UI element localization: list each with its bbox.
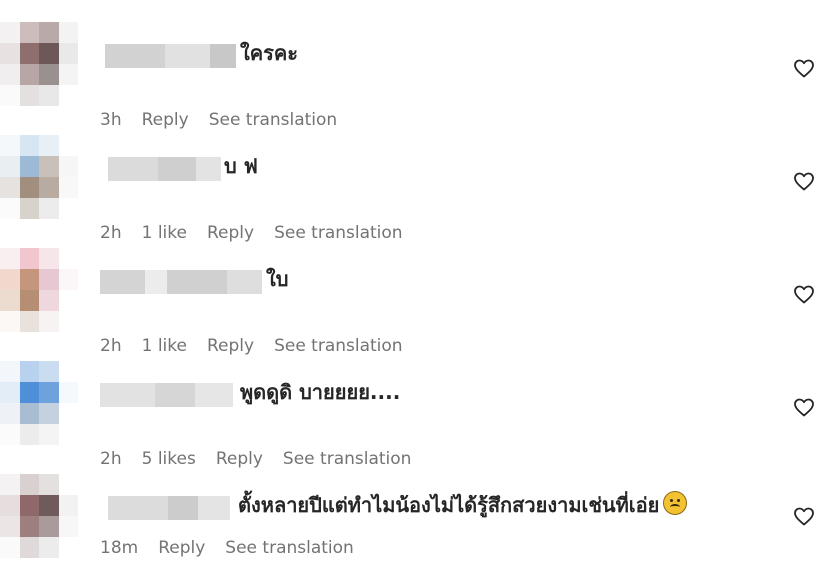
comment-item: ใครคะ 3h Reply See translation	[0, 22, 820, 135]
heart-icon[interactable]	[792, 504, 816, 528]
avatar[interactable]	[0, 361, 78, 445]
username-blurred[interactable]	[108, 157, 221, 181]
comment-time: 3h	[100, 110, 122, 130]
comment-meta: 3h Reply See translation	[100, 106, 357, 134]
frowning-face-icon	[663, 491, 688, 515]
heart-icon[interactable]	[792, 169, 816, 193]
comment-time: 2h	[100, 223, 122, 243]
comment-text: ใครคะ	[240, 41, 299, 65]
like-count[interactable]: 1 like	[142, 336, 187, 356]
reply-button[interactable]: Reply	[158, 538, 205, 558]
avatar[interactable]	[0, 474, 78, 558]
heart-icon[interactable]	[792, 56, 816, 80]
reply-button[interactable]: Reply	[216, 449, 263, 469]
username-blurred[interactable]	[100, 270, 262, 294]
see-translation-button[interactable]: See translation	[225, 538, 354, 558]
reply-button[interactable]: Reply	[207, 223, 254, 243]
avatar[interactable]	[0, 22, 78, 106]
see-translation-button[interactable]: See translation	[283, 449, 412, 469]
comment-meta: 2h 1 like Reply See translation	[100, 332, 423, 360]
heart-icon[interactable]	[792, 282, 816, 306]
comment-text: ใบ	[266, 267, 289, 291]
comment-time: 2h	[100, 449, 122, 469]
comment-meta: 2h 1 like Reply See translation	[100, 219, 423, 247]
comment-item: ตั้งหลายปีแต่ทำไมน้องไม่ได้รู้สึกสวยงามเ…	[0, 474, 820, 567]
comment-meta: 2h 5 likes Reply See translation	[100, 445, 431, 473]
see-translation-button[interactable]: See translation	[274, 223, 403, 243]
username-blurred[interactable]	[105, 44, 236, 68]
comment-meta: 18m Reply See translation	[100, 534, 374, 562]
username-blurred[interactable]	[108, 496, 230, 520]
like-count[interactable]: 5 likes	[142, 449, 196, 469]
see-translation-button[interactable]: See translation	[274, 336, 403, 356]
comment-text: ตั้งหลายปีแต่ทำไมน้องไม่ได้รู้สึกสวยงามเ…	[238, 489, 688, 521]
heart-icon[interactable]	[792, 395, 816, 419]
like-count[interactable]: 1 like	[142, 223, 187, 243]
comment-text: บ ฟ	[224, 154, 258, 178]
comment-item: ใบ 2h 1 like Reply See translation	[0, 248, 820, 361]
reply-button[interactable]: Reply	[207, 336, 254, 356]
reply-button[interactable]: Reply	[142, 110, 189, 130]
comment-item: พูดดูดิ บายยยย.... 2h 5 likes Reply See …	[0, 361, 820, 474]
comment-time: 2h	[100, 336, 122, 356]
comment-item: บ ฟ 2h 1 like Reply See translation	[0, 135, 820, 248]
avatar[interactable]	[0, 135, 78, 219]
avatar[interactable]	[0, 248, 78, 332]
see-translation-button[interactable]: See translation	[209, 110, 338, 130]
comment-text: พูดดูดิ บายยยย....	[240, 380, 401, 404]
username-blurred[interactable]	[100, 383, 233, 407]
comment-time: 18m	[100, 538, 139, 558]
